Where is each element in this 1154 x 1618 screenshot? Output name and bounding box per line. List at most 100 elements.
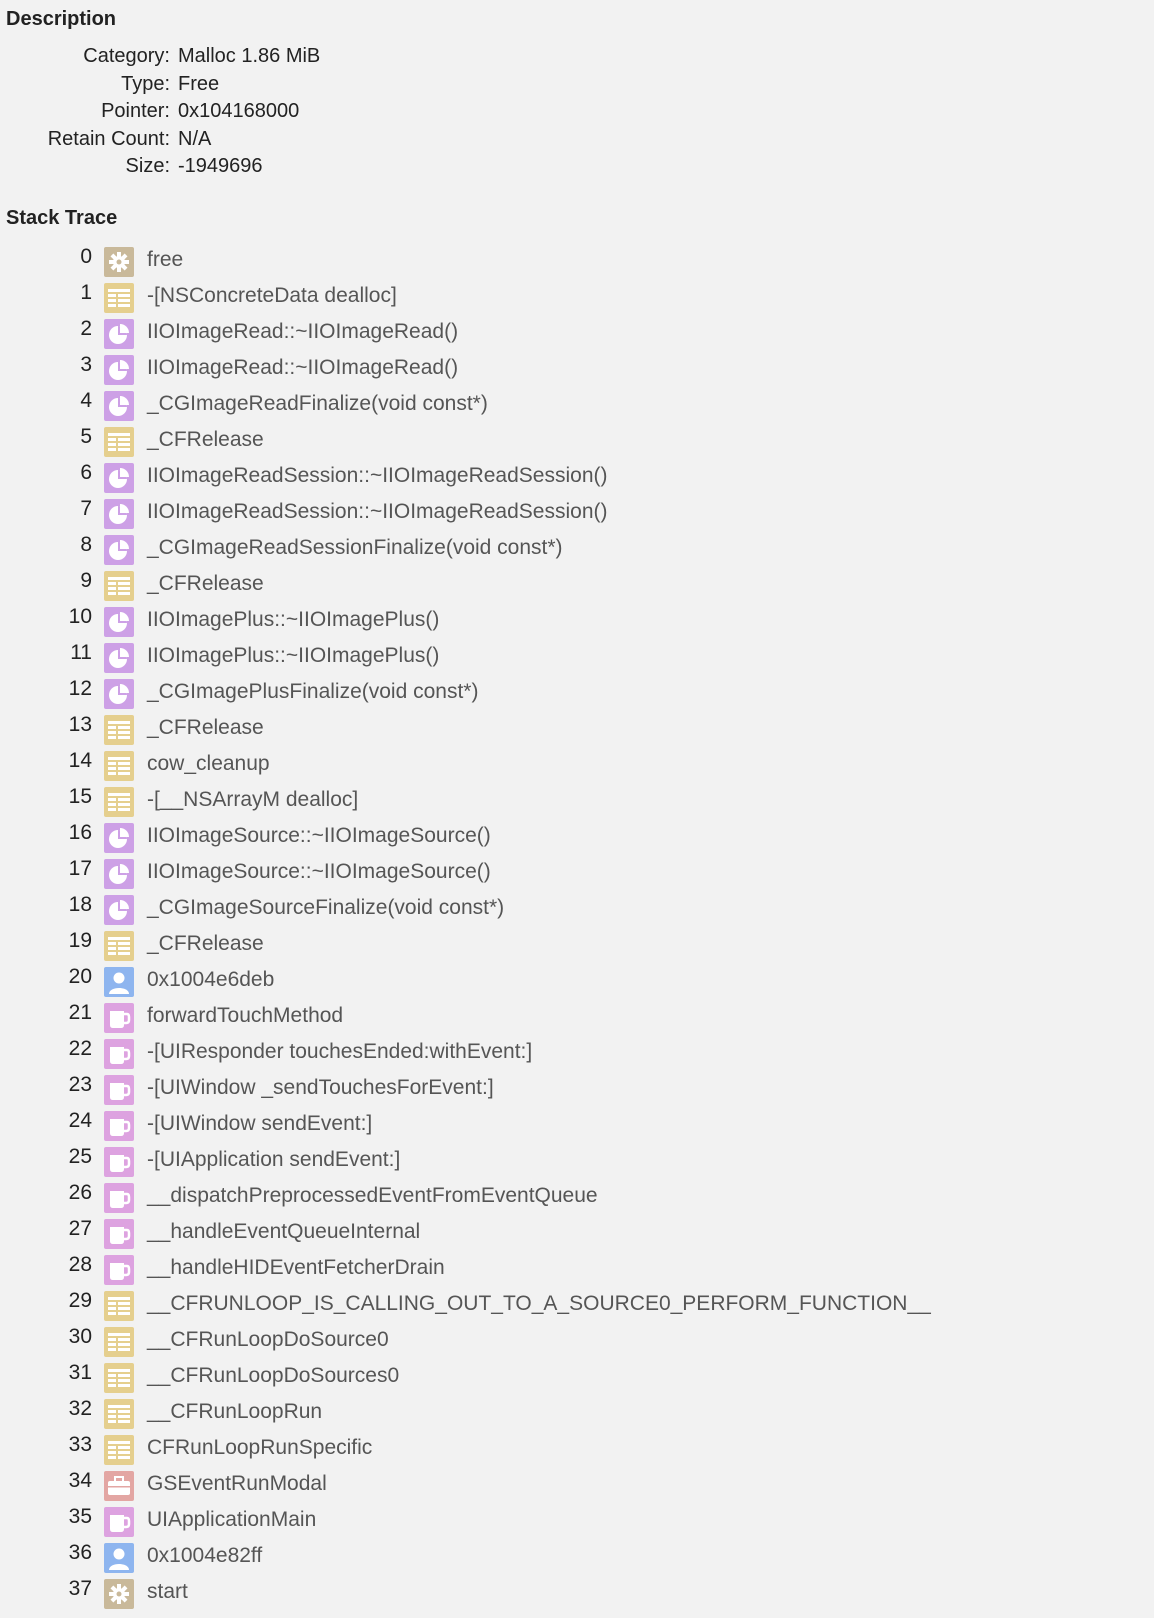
description-value[interactable]: -1949696	[178, 153, 263, 181]
frame-symbol[interactable]: free	[147, 248, 183, 272]
frame-symbol[interactable]: -[UIResponder touchesEnded:withEvent:]	[147, 1040, 532, 1064]
stack-frame-row[interactable]: 16 IIOImageSource::~IIOImageSource()	[0, 819, 1154, 855]
stack-frame-row[interactable]: 8 _CGImageReadSessionFinalize(void const…	[0, 531, 1154, 567]
frame-symbol[interactable]: __handleHIDEventFetcherDrain	[147, 1256, 445, 1280]
stack-frame-row[interactable]: 0 free	[0, 243, 1154, 279]
stack-frame-row[interactable]: 17 IIOImageSource::~IIOImageSource()	[0, 855, 1154, 891]
frame-symbol[interactable]: _CFRelease	[147, 932, 264, 956]
stack-frame-row[interactable]: 1 -[NSConcreteData dealloc]	[0, 279, 1154, 315]
frame-symbol[interactable]: __CFRunLoopRun	[147, 1400, 322, 1424]
stack-frame-row[interactable]: 7 IIOImageReadSession::~IIOImageReadSess…	[0, 495, 1154, 531]
stack-frame-row[interactable]: 37 start	[0, 1575, 1154, 1611]
stack-frame-row[interactable]: 27 __handleEventQueueInternal	[0, 1215, 1154, 1251]
pie-icon	[104, 391, 134, 421]
frame-index: 34	[68, 1469, 92, 1492]
frame-symbol[interactable]: start	[147, 1580, 188, 1604]
frame-symbol[interactable]: cow_cleanup	[147, 752, 270, 776]
frame-symbol[interactable]: _CGImageSourceFinalize(void const*)	[147, 896, 504, 920]
cup-icon	[104, 1147, 134, 1177]
stack-frame-row[interactable]: 20 0x1004e6deb	[0, 963, 1154, 999]
stack-frame-row[interactable]: 6 IIOImageReadSession::~IIOImageReadSess…	[0, 459, 1154, 495]
stack-frame-row[interactable]: 26 __dispatchPreprocessedEventFromEventQ…	[0, 1179, 1154, 1215]
list-icon	[104, 427, 134, 457]
stack-frame-row[interactable]: 14 cow_cleanup	[0, 747, 1154, 783]
frame-symbol[interactable]: -[UIWindow sendEvent:]	[147, 1112, 372, 1136]
description-key: Category:	[83, 45, 170, 67]
frame-symbol[interactable]: -[__NSArrayM dealloc]	[147, 788, 358, 812]
frame-index: 27	[68, 1217, 92, 1240]
frame-symbol[interactable]: 0x1004e6deb	[147, 968, 274, 992]
frame-index: 25	[68, 1145, 92, 1168]
stack-frame-row[interactable]: 36 0x1004e82ff	[0, 1539, 1154, 1575]
pie-icon	[104, 823, 134, 853]
frame-symbol[interactable]: UIApplicationMain	[147, 1508, 316, 1532]
frame-symbol[interactable]: _CGImageReadSessionFinalize(void const*)	[147, 536, 563, 560]
stack-frame-row[interactable]: 18 _CGImageSourceFinalize(void const*)	[0, 891, 1154, 927]
frame-symbol[interactable]: _CGImageReadFinalize(void const*)	[147, 392, 488, 416]
cup-icon	[104, 1003, 134, 1033]
stack-frame-row[interactable]: 35 UIApplicationMain	[0, 1503, 1154, 1539]
frame-symbol[interactable]: IIOImagePlus::~IIOImagePlus()	[147, 608, 439, 632]
stack-frame-row[interactable]: 28 __handleHIDEventFetcherDrain	[0, 1251, 1154, 1287]
list-icon	[104, 1435, 134, 1465]
description-value[interactable]: N/A	[178, 126, 211, 154]
frame-symbol[interactable]: IIOImageSource::~IIOImageSource()	[147, 824, 491, 848]
frame-symbol[interactable]: -[NSConcreteData dealloc]	[147, 284, 397, 308]
stack-frame-row[interactable]: 23 -[UIWindow _sendTouchesForEvent:]	[0, 1071, 1154, 1107]
stack-frame-row[interactable]: 11 IIOImagePlus::~IIOImagePlus()	[0, 639, 1154, 675]
frame-symbol[interactable]: _CFRelease	[147, 572, 264, 596]
stack-frame-row[interactable]: 12 _CGImagePlusFinalize(void const*)	[0, 675, 1154, 711]
frame-symbol[interactable]: IIOImageRead::~IIOImageRead()	[147, 356, 458, 380]
frame-symbol[interactable]: -[UIApplication sendEvent:]	[147, 1148, 400, 1172]
frame-symbol[interactable]: __CFRUNLOOP_IS_CALLING_OUT_TO_A_SOURCE0_…	[147, 1292, 931, 1316]
frame-symbol[interactable]: __CFRunLoopDoSources0	[147, 1364, 399, 1388]
frame-symbol[interactable]: IIOImageSource::~IIOImageSource()	[147, 860, 491, 884]
frame-symbol[interactable]: forwardTouchMethod	[147, 1004, 343, 1028]
frame-symbol[interactable]: _CGImagePlusFinalize(void const*)	[147, 680, 478, 704]
stack-frame-row[interactable]: 19 _CFRelease	[0, 927, 1154, 963]
stack-frame-row[interactable]: 24 -[UIWindow sendEvent:]	[0, 1107, 1154, 1143]
frame-symbol[interactable]: _CFRelease	[147, 428, 264, 452]
frame-symbol[interactable]: __handleEventQueueInternal	[147, 1220, 420, 1244]
stack-frame-row[interactable]: 25 -[UIApplication sendEvent:]	[0, 1143, 1154, 1179]
stack-frame-row[interactable]: 10 IIOImagePlus::~IIOImagePlus()	[0, 603, 1154, 639]
frame-index: 32	[68, 1397, 92, 1420]
frame-symbol[interactable]: GSEventRunModal	[147, 1472, 327, 1496]
description-key: Type:	[121, 72, 170, 95]
stack-frame-row[interactable]: 4 _CGImageReadFinalize(void const*)	[0, 387, 1154, 423]
stack-frame-row[interactable]: 5 _CFRelease	[0, 423, 1154, 459]
stack-frame-row[interactable]: 21 forwardTouchMethod	[0, 999, 1154, 1035]
frame-symbol[interactable]: _CFRelease	[147, 716, 264, 740]
stack-frame-row[interactable]: 13 _CFRelease	[0, 711, 1154, 747]
frame-symbol[interactable]: IIOImageReadSession::~IIOImageReadSessio…	[147, 500, 607, 524]
stack-frame-row[interactable]: 9 _CFRelease	[0, 567, 1154, 603]
stack-frame-row[interactable]: 22 -[UIResponder touchesEnded:withEvent:…	[0, 1035, 1154, 1071]
list-icon	[104, 571, 134, 601]
frame-symbol[interactable]: 0x1004e82ff	[147, 1544, 262, 1568]
stack-frame-row[interactable]: 33 CFRunLoopRunSpecific	[0, 1431, 1154, 1467]
frame-symbol[interactable]: IIOImageReadSession::~IIOImageReadSessio…	[147, 464, 607, 488]
frame-index: 20	[68, 965, 92, 988]
stack-frame-row[interactable]: 30 __CFRunLoopDoSource0	[0, 1323, 1154, 1359]
pie-icon	[104, 895, 134, 925]
frame-symbol[interactable]: __CFRunLoopDoSource0	[147, 1328, 389, 1352]
frame-symbol[interactable]: IIOImagePlus::~IIOImagePlus()	[147, 644, 439, 668]
stack-frame-row[interactable]: 3 IIOImageRead::~IIOImageRead()	[0, 351, 1154, 387]
stack-frame-row[interactable]: 2 IIOImageRead::~IIOImageRead()	[0, 315, 1154, 351]
frame-symbol[interactable]: -[UIWindow _sendTouchesForEvent:]	[147, 1076, 494, 1100]
stack-frame-row[interactable]: 34 GSEventRunModal	[0, 1467, 1154, 1503]
description-value[interactable]: 0x104168000	[178, 98, 299, 126]
frame-index: 1	[80, 281, 92, 304]
pie-icon	[104, 499, 134, 529]
list-icon	[104, 1291, 134, 1321]
stack-frame-row[interactable]: 15 -[__NSArrayM dealloc]	[0, 783, 1154, 819]
frame-index: 36	[68, 1541, 92, 1564]
stack-frame-row[interactable]: 31 __CFRunLoopDoSources0	[0, 1359, 1154, 1395]
description-value[interactable]: Free	[178, 71, 219, 99]
stack-frame-row[interactable]: 29 __CFRUNLOOP_IS_CALLING_OUT_TO_A_SOURC…	[0, 1287, 1154, 1323]
frame-symbol[interactable]: IIOImageRead::~IIOImageRead()	[147, 320, 458, 344]
frame-symbol[interactable]: __dispatchPreprocessedEventFromEventQueu…	[147, 1184, 598, 1208]
stack-frame-row[interactable]: 32 __CFRunLoopRun	[0, 1395, 1154, 1431]
description-value[interactable]: Malloc 1.86 MiB	[178, 43, 320, 71]
frame-symbol[interactable]: CFRunLoopRunSpecific	[147, 1436, 372, 1460]
